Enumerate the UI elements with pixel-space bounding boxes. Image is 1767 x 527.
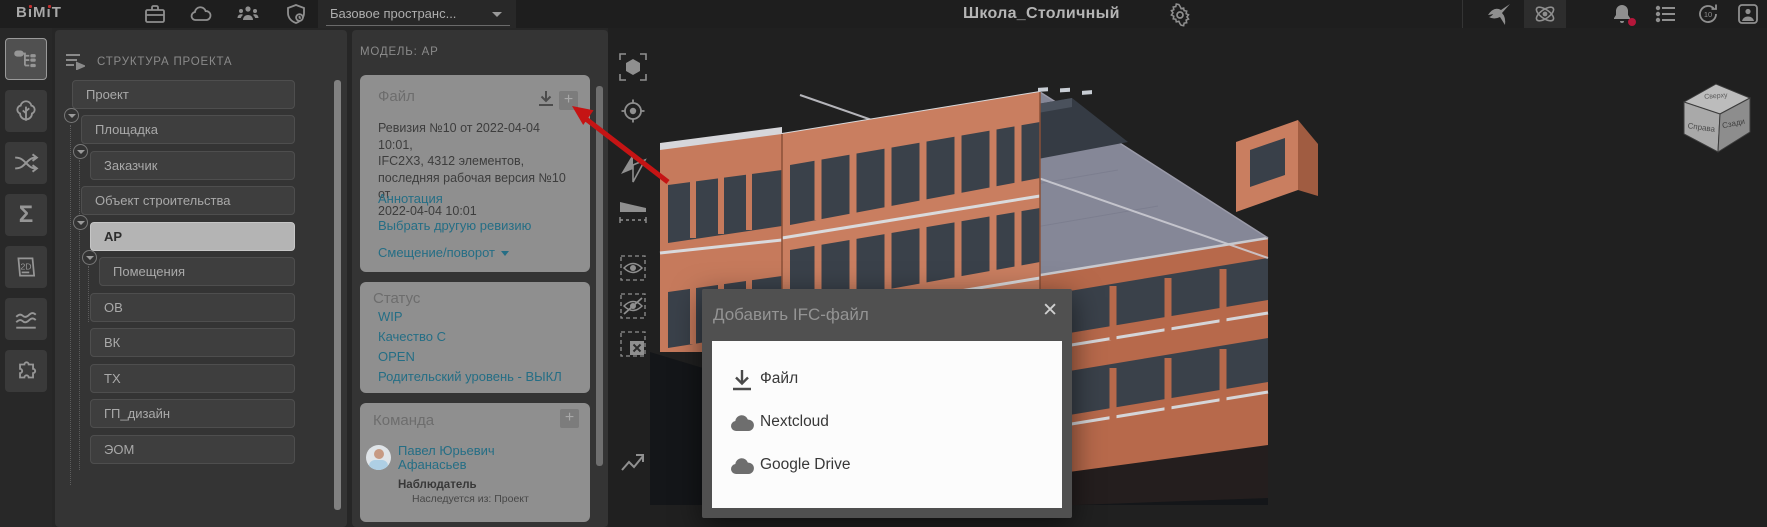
tree-item-ov[interactable]: ОВ	[90, 293, 295, 322]
tree-item-th[interactable]: ТХ	[90, 364, 295, 393]
chevron-down-icon	[492, 12, 502, 17]
hide-elements-tool[interactable]	[620, 293, 646, 319]
tree-guide	[79, 160, 80, 470]
choose-revision-link[interactable]: Выбрать другую ревизию	[378, 218, 531, 233]
status-quality-link[interactable]: Качество С	[378, 329, 446, 344]
tree-guide	[70, 125, 71, 485]
status-card-label: Статус	[373, 290, 420, 307]
selector-underline	[326, 25, 510, 26]
close-icon[interactable]: ✕	[1042, 301, 1058, 321]
modal-body: Файл Nextcloud Google Drive	[712, 341, 1062, 508]
application-window: Сверху Справа Сзади BıMıT Базовое простр…	[0, 0, 1767, 527]
structure-panel-title: СТРУКТУРА ПРОЕКТА	[97, 56, 232, 68]
revision-line: Ревизия №10 от 2022-04-04 10:01,	[378, 120, 578, 153]
tree-guide	[88, 266, 89, 322]
tree-item-vk[interactable]: ВК	[90, 328, 295, 357]
team-member-inherited: Наследуется из: Проект	[412, 493, 529, 505]
bird-icon[interactable]	[1487, 2, 1511, 26]
orbit-icon	[1533, 2, 1557, 26]
add-ifc-file-modal: Добавить IFC-файл ✕ Файл Nextcloud Googl…	[702, 289, 1072, 518]
sync-count: 10	[1704, 10, 1712, 19]
sync-history-icon[interactable]: 10	[1696, 2, 1720, 26]
select-element-tool[interactable]	[618, 52, 648, 82]
tree-item-eom[interactable]: ЭОМ	[90, 435, 295, 464]
briefcase-icon[interactable]	[143, 2, 167, 26]
team-member-role: Наблюдатель	[398, 479, 477, 491]
bell-icon[interactable]	[1610, 2, 1634, 26]
focus-tool[interactable]	[620, 98, 646, 124]
section-tool[interactable]	[618, 152, 648, 184]
status-card: Статус WIP Качество С OPEN Родительский …	[360, 282, 590, 393]
tree-item-rooms[interactable]: Помещения	[99, 257, 295, 286]
tool-sum-button[interactable]: Σ	[5, 194, 47, 236]
tool-shuffle-button[interactable]	[5, 142, 47, 184]
offset-rotate-link[interactable]: Смещение/поворот	[378, 245, 509, 260]
file-card: Файл + Ревизия №10 от 2022-04-04 10:01, …	[360, 75, 590, 272]
panel-menu-icon[interactable]	[65, 52, 85, 70]
tool-structure-button[interactable]	[5, 38, 47, 80]
status-open-link[interactable]: OPEN	[378, 349, 415, 364]
modal-option-google-drive[interactable]: Google Drive	[712, 449, 1062, 485]
top-bar: BıMıT Базовое пространс... Школа_Столичн…	[0, 0, 1767, 28]
tree-item-gp-design[interactable]: ГП_дизайн	[90, 399, 295, 428]
navigation-cube[interactable]: Сверху Справа Сзади	[1676, 76, 1758, 160]
show-elements-tool[interactable]	[620, 255, 646, 281]
structure-scrollbar[interactable]	[334, 80, 341, 510]
orbit-mode-button[interactable]	[1524, 0, 1566, 28]
tree-expander[interactable]	[73, 144, 88, 159]
download-icon	[728, 367, 756, 395]
tool-plugins-button[interactable]	[5, 350, 47, 392]
trend-tool[interactable]	[620, 450, 646, 476]
modal-option-file[interactable]: Файл	[712, 363, 1062, 399]
status-wip-link[interactable]: WIP	[378, 309, 403, 324]
chevron-down-icon	[501, 251, 509, 256]
team-card-label: Команда	[373, 412, 434, 429]
modal-option-nextcloud[interactable]: Nextcloud	[712, 406, 1062, 442]
add-ifc-file-button[interactable]: +	[559, 91, 578, 110]
list-icon[interactable]	[1654, 2, 1678, 26]
measure-tool[interactable]	[618, 194, 648, 228]
add-team-member-button[interactable]: +	[560, 409, 579, 428]
team-icon[interactable]	[236, 2, 260, 26]
download-icon[interactable]	[536, 89, 556, 109]
left-toolbar: Σ 2D	[0, 28, 52, 527]
workspace-selector[interactable]: Базовое пространс...	[318, 0, 516, 28]
account-icon[interactable]	[1736, 2, 1760, 26]
avatar[interactable]	[366, 445, 391, 470]
tree-expander[interactable]	[73, 215, 88, 230]
svg-text:2D: 2D	[20, 262, 31, 272]
modal-title: Добавить IFC-файл	[713, 305, 869, 325]
status-parent-level-link[interactable]: Родительский уровень - ВЫКЛ	[378, 369, 562, 384]
tree-item-ar-selected[interactable]: АР	[90, 222, 295, 251]
cloud-icon	[728, 410, 756, 438]
isolate-clear-tool[interactable]	[620, 331, 646, 357]
model-scrollbar[interactable]	[596, 86, 603, 466]
annotation-link[interactable]: Аннотация	[378, 191, 443, 206]
tree-item-construction-object[interactable]: Объект строительства	[81, 186, 295, 215]
tool-chart-button[interactable]	[5, 298, 47, 340]
cloud-icon[interactable]	[189, 2, 213, 26]
revision-line: IFC2X3, 4312 элементов,	[378, 153, 578, 170]
app-logo[interactable]: BıMıT	[16, 4, 62, 21]
file-card-label: Файл	[378, 88, 415, 105]
model-panel: МОДЕЛЬ: АР Файл + Ревизия №10 от 2022-04…	[352, 30, 608, 527]
team-card: Команда + Павел Юрьевич Афанасьев Наблюд…	[360, 403, 590, 522]
tree-expander[interactable]	[64, 108, 79, 123]
project-settings-gear-icon[interactable]	[1168, 3, 1192, 27]
notification-badge	[1628, 18, 1636, 26]
tree-expander[interactable]	[82, 250, 97, 265]
cloud-icon	[728, 453, 756, 481]
shield-clock-icon[interactable]	[284, 2, 308, 26]
tree-item-project[interactable]: Проект	[72, 80, 295, 109]
tree-item-site[interactable]: Площадка	[81, 115, 295, 144]
team-member-name[interactable]: Павел Юрьевич Афанасьев	[398, 444, 495, 472]
project-title: Школа_Столичный	[963, 5, 1120, 23]
tree-item-customer[interactable]: Заказчик	[90, 151, 295, 180]
tool-tree-button[interactable]	[5, 90, 47, 132]
structure-panel: СТРУКТУРА ПРОЕКТА Проект Площадка Заказч…	[55, 30, 347, 527]
separator	[1462, 0, 1463, 28]
model-panel-title: МОДЕЛЬ: АР	[360, 46, 439, 58]
tool-2d-button[interactable]: 2D	[5, 246, 47, 288]
workspace-selector-value: Базовое пространс...	[330, 6, 456, 21]
